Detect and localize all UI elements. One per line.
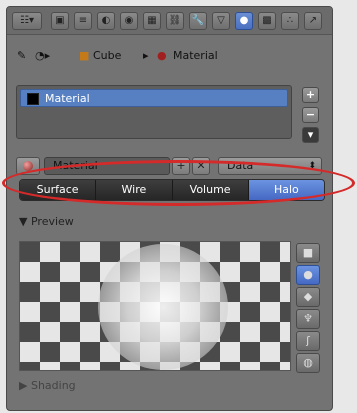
tab-halo[interactable]: Halo	[248, 180, 324, 200]
world-icon[interactable]: ◉	[120, 12, 138, 30]
hair-preview-icon[interactable]: ʃ	[296, 331, 320, 351]
material-datablock-row: Material + ✕ Data ⬍	[16, 157, 324, 175]
flat-preview-icon[interactable]: ■	[296, 243, 320, 263]
material-swatch	[27, 93, 39, 105]
sphere-preview-icon[interactable]: ●	[296, 265, 320, 285]
unlink-material-button[interactable]: ✕	[192, 157, 210, 175]
disclosure-right-icon: ▶	[19, 379, 31, 392]
shading-section-title: Shading	[30, 379, 76, 392]
link-select[interactable]: Data ⬍	[218, 157, 322, 175]
preview-viewport	[19, 241, 291, 371]
material-sphere-icon: ●	[157, 49, 167, 62]
material-icon[interactable]: ●	[235, 12, 253, 30]
properties-toolbar: ☷▾ ▣ ≡ ◐ ◉ ▦ ⛓ 🔧 ▽ ● ▩ ∴ ↗	[7, 7, 332, 35]
add-material-button[interactable]: +	[172, 157, 190, 175]
list-item[interactable]: Material	[20, 89, 288, 107]
context-breadcrumb: ✎ ◔▸ ■ Cube ▸ ● Material	[7, 47, 332, 65]
data-icon[interactable]: ▽	[212, 12, 230, 30]
material-type-tabs: Surface Wire Volume Halo	[19, 179, 325, 201]
context-material-label: Material	[173, 49, 218, 62]
cube-preview-icon[interactable]: ◆	[296, 287, 320, 307]
texture-icon[interactable]: ▩	[258, 12, 276, 30]
modifiers-icon[interactable]: 🔧	[189, 12, 207, 30]
constraints-icon[interactable]: ⛓	[166, 12, 184, 30]
material-properties-panel: ☷▾ ▣ ≡ ◐ ◉ ▦ ⛓ 🔧 ▽ ● ▩ ∴ ↗ ✎ ◔▸ ■ Cube ▸ ● Material…	[6, 6, 333, 411]
slot-menu-button[interactable]: ▾	[302, 127, 319, 143]
preview-section-header[interactable]: ▼ Preview	[19, 215, 74, 228]
halo-sphere-preview	[98, 244, 228, 370]
scene-icon[interactable]: ◐	[97, 12, 115, 30]
material-slot-list[interactable]: Material	[16, 85, 292, 139]
updown-icon: ⬍	[308, 161, 316, 171]
add-slot-button[interactable]: +	[302, 87, 319, 103]
shading-section-header[interactable]: ▶ Shading	[19, 379, 76, 392]
scene-icon: ◔▸	[35, 49, 51, 62]
tab-volume[interactable]: Volume	[172, 180, 249, 200]
physics-icon[interactable]: ↗	[304, 12, 322, 30]
cube-icon: ■	[79, 49, 90, 62]
monkey-preview-icon[interactable]: ♆	[296, 309, 320, 329]
context-object-label: Cube	[93, 49, 122, 62]
remove-slot-button[interactable]: −	[302, 107, 319, 123]
disclosure-down-icon: ▼	[19, 215, 31, 228]
sky-preview-icon[interactable]: ◍	[296, 353, 320, 373]
particles-icon[interactable]: ∴	[281, 12, 299, 30]
material-name-field[interactable]: Material	[44, 157, 170, 175]
preview-section-title: Preview	[30, 215, 74, 228]
tab-surface[interactable]: Surface	[20, 180, 97, 200]
chevron-right-icon: ▸	[143, 49, 149, 62]
pin-icon[interactable]: ✎	[17, 49, 26, 62]
object-icon[interactable]: ▦	[143, 12, 161, 30]
tab-wire[interactable]: Wire	[96, 180, 173, 200]
link-select-label: Data	[227, 159, 254, 172]
layers-icon[interactable]: ≡	[74, 12, 92, 30]
slot-label: Material	[45, 92, 90, 105]
material-browse-icon[interactable]	[16, 157, 40, 175]
editor-type-button[interactable]: ☷▾	[12, 12, 42, 30]
render-icon[interactable]: ▣	[51, 12, 69, 30]
